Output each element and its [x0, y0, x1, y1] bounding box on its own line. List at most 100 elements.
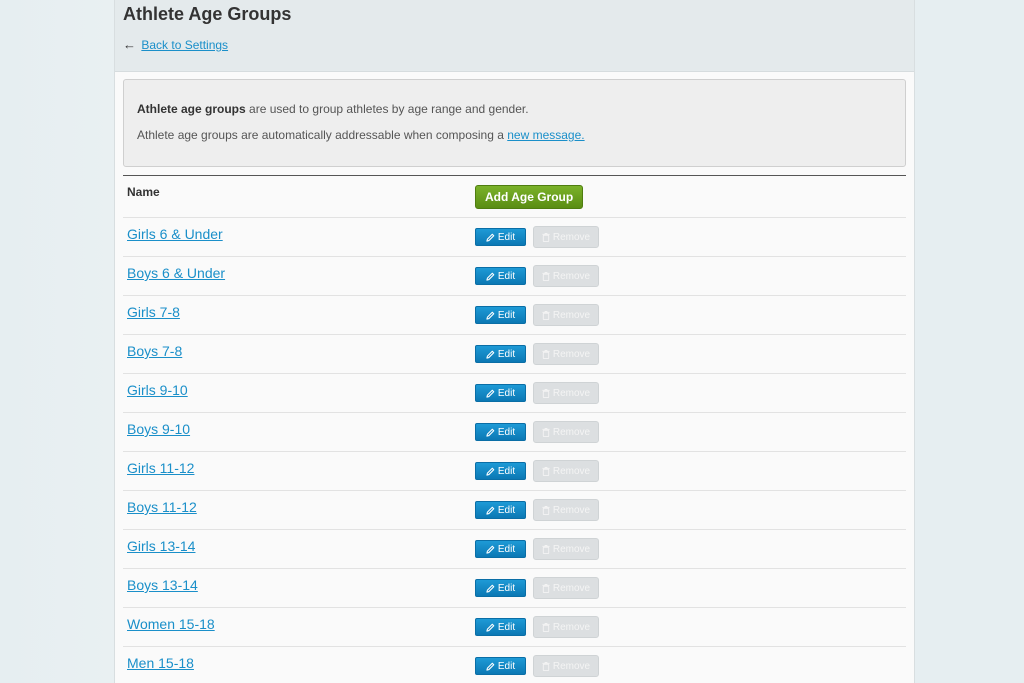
back-row: ← Back to Settings [123, 38, 906, 53]
new-message-link[interactable]: new message. [507, 128, 584, 142]
edit-label: Edit [497, 504, 516, 516]
back-to-settings-link[interactable]: Back to Settings [141, 38, 228, 52]
table-row: Boys 6 & Under Edit Remove [123, 257, 906, 296]
age-group-link[interactable]: Men 15-18 [127, 655, 194, 671]
info-line-1-bold: Athlete age groups [137, 102, 246, 116]
table-body: Girls 6 & Under Edit Remove Boys 6 & Und… [123, 218, 906, 683]
table-header: Name Add Age Group [123, 176, 906, 218]
edit-button[interactable]: Edit [475, 267, 526, 285]
table-row: Women 15-18 Edit Remove [123, 608, 906, 647]
table-row: Girls 13-14 Edit Remove [123, 530, 906, 569]
row-actions: Edit Remove [475, 577, 599, 599]
row-actions: Edit Remove [475, 421, 599, 443]
edit-button[interactable]: Edit [475, 384, 526, 402]
row-actions: Edit Remove [475, 226, 599, 248]
info-line-1-rest: are used to group athletes by age range … [245, 102, 529, 116]
pencil-icon [486, 272, 495, 281]
table-row: Girls 6 & Under Edit Remove [123, 218, 906, 257]
remove-button[interactable]: Remove [533, 577, 599, 599]
pencil-icon [486, 506, 495, 515]
edit-button[interactable]: Edit [475, 540, 526, 558]
remove-button[interactable]: Remove [533, 460, 599, 482]
age-group-link[interactable]: Girls 11-12 [127, 460, 194, 476]
edit-button[interactable]: Edit [475, 306, 526, 324]
age-group-link[interactable]: Boys 9-10 [127, 421, 190, 437]
trash-icon [542, 466, 550, 476]
pencil-icon [486, 233, 495, 242]
age-group-link[interactable]: Boys 13-14 [127, 577, 198, 593]
pencil-icon [486, 584, 495, 593]
age-group-link[interactable]: Boys 7-8 [127, 343, 182, 359]
edit-label: Edit [497, 348, 516, 360]
age-groups-table: Name Add Age Group Girls 6 & Under Edit … [123, 175, 906, 683]
trash-icon [542, 661, 550, 671]
info-line-2-text: Athlete age groups are automatically add… [137, 128, 508, 142]
row-actions: Edit Remove [475, 382, 599, 404]
remove-button[interactable]: Remove [533, 616, 599, 638]
remove-button[interactable]: Remove [533, 343, 599, 365]
age-group-link[interactable]: Girls 6 & Under [127, 226, 223, 242]
edit-label: Edit [497, 270, 516, 282]
pencil-icon [486, 545, 495, 554]
row-actions: Edit Remove [475, 343, 599, 365]
row-actions: Edit Remove [475, 304, 599, 326]
remove-button[interactable]: Remove [533, 421, 599, 443]
remove-label: Remove [552, 309, 591, 321]
remove-label: Remove [552, 348, 591, 360]
remove-label: Remove [552, 387, 591, 399]
age-group-link[interactable]: Boys 6 & Under [127, 265, 225, 281]
trash-icon [542, 544, 550, 554]
edit-button[interactable]: Edit [475, 579, 526, 597]
age-group-link[interactable]: Girls 7-8 [127, 304, 180, 320]
edit-label: Edit [497, 543, 516, 555]
pencil-icon [486, 467, 495, 476]
pencil-icon [486, 623, 495, 632]
edit-label: Edit [497, 426, 516, 438]
table-row: Men 15-18 Edit Remove [123, 647, 906, 683]
age-group-link[interactable]: Women 15-18 [127, 616, 215, 632]
page-title: Athlete Age Groups [123, 4, 292, 24]
age-group-link[interactable]: Girls 9-10 [127, 382, 188, 398]
info-line-1: Athlete age groups are used to group ath… [137, 102, 892, 116]
table-row: Boys 9-10 Edit Remove [123, 413, 906, 452]
table-row: Boys 11-12 Edit Remove [123, 491, 906, 530]
row-actions: Edit Remove [475, 499, 599, 521]
edit-button[interactable]: Edit [475, 345, 526, 363]
row-actions: Edit Remove [475, 265, 599, 287]
trash-icon [542, 271, 550, 281]
row-actions: Edit Remove [475, 460, 599, 482]
edit-button[interactable]: Edit [475, 462, 526, 480]
remove-button[interactable]: Remove [533, 382, 599, 404]
remove-label: Remove [552, 582, 591, 594]
edit-button[interactable]: Edit [475, 657, 526, 675]
age-group-link[interactable]: Boys 11-12 [127, 499, 197, 515]
trash-icon [542, 583, 550, 593]
remove-button[interactable]: Remove [533, 655, 599, 677]
info-box: Athlete age groups are used to group ath… [123, 79, 906, 167]
edit-button[interactable]: Edit [475, 228, 526, 246]
edit-button[interactable]: Edit [475, 618, 526, 636]
remove-label: Remove [552, 504, 591, 516]
remove-label: Remove [552, 426, 591, 438]
edit-button[interactable]: Edit [475, 423, 526, 441]
add-age-group-button[interactable]: Add Age Group [475, 185, 584, 209]
age-group-link[interactable]: Girls 13-14 [127, 538, 195, 554]
pencil-icon [486, 311, 495, 320]
remove-button[interactable]: Remove [533, 265, 599, 287]
table-row: Girls 9-10 Edit Remove [123, 374, 906, 413]
page-header: Athlete Age Groups ← Back to Settings [115, 0, 914, 72]
edit-label: Edit [497, 387, 516, 399]
edit-label: Edit [497, 660, 516, 672]
trash-icon [542, 310, 550, 320]
pencil-icon [486, 662, 495, 671]
edit-button[interactable]: Edit [475, 501, 526, 519]
row-actions: Edit Remove [475, 538, 599, 560]
remove-button[interactable]: Remove [533, 499, 599, 521]
trash-icon [542, 505, 550, 515]
remove-button[interactable]: Remove [533, 304, 599, 326]
remove-button[interactable]: Remove [533, 538, 599, 560]
remove-button[interactable]: Remove [533, 226, 599, 248]
table-row: Girls 11-12 Edit Remove [123, 452, 906, 491]
remove-label: Remove [552, 270, 591, 282]
remove-label: Remove [552, 660, 591, 672]
